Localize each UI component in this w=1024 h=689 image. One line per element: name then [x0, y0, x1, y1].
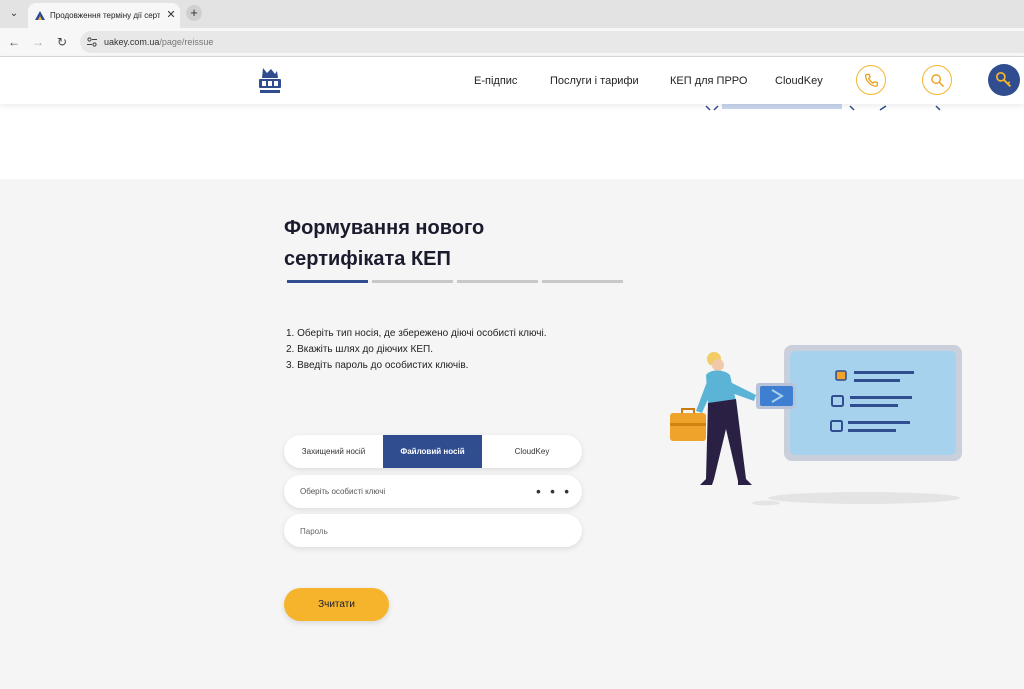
phone-icon	[864, 73, 878, 87]
person-with-document-illustration	[670, 345, 962, 506]
url-host: uakey.com.ua	[104, 37, 160, 47]
tab-search-menu-icon[interactable]: ⌄	[6, 6, 22, 22]
phone-button[interactable]	[856, 65, 886, 95]
step-segment-4	[542, 280, 623, 283]
browser-tab-active[interactable]: Продовження терміну дії серт ✕	[28, 3, 180, 28]
media-option-cloudkey[interactable]: CloudKey	[482, 435, 582, 468]
search-button[interactable]	[922, 65, 952, 95]
usk-ukraine-logo-icon[interactable]	[257, 65, 283, 97]
media-type-switch: Захищений носій Файловий носій CloudKey	[284, 435, 582, 468]
nav-cloudkey[interactable]: CloudKey	[775, 74, 823, 88]
read-button[interactable]: Зчитати	[284, 588, 389, 621]
step-progress	[287, 280, 623, 283]
instruction-item: 1. Оберіть тип носія, де збережено діючі…	[286, 328, 547, 339]
site-favicon-icon	[35, 11, 45, 20]
new-tab-button[interactable]: +	[186, 5, 202, 21]
address-bar[interactable]: uakey.com.ua/page/reissue	[80, 31, 1024, 53]
site-header: Е-підпис Послуги і тарифи КЕП для ПРРО C…	[0, 57, 1024, 104]
media-option-protected[interactable]: Захищений носій	[284, 435, 383, 468]
url-text[interactable]: uakey.com.ua/page/reissue	[104, 35, 213, 49]
url-path: /page/reissue	[159, 37, 214, 47]
password-input[interactable]	[298, 520, 562, 542]
key-file-picker[interactable]: Оберіть особисті ключі • • •	[284, 475, 582, 508]
browse-dots-icon[interactable]: • • •	[536, 475, 572, 508]
instructions-list: 1. Оберіть тип носія, де збережено діючі…	[286, 326, 606, 374]
browser-toolbar: ← → ↻ uakey.com.ua/page/reissue	[0, 28, 1024, 57]
step-segment-1	[287, 280, 368, 283]
key-icon	[995, 71, 1012, 88]
hero-illustration-fragment	[705, 104, 941, 111]
password-field-wrap	[284, 514, 582, 547]
step-segment-2	[372, 280, 453, 283]
nav-e-signature[interactable]: Е-підпис	[474, 74, 517, 88]
search-icon	[931, 74, 945, 88]
instruction-item: 2. Вкажіть шлях до діючих КЕП.	[286, 344, 434, 355]
page-title-line2: сертифіката КЕП	[284, 248, 451, 270]
media-option-file[interactable]: Файловий носій	[383, 435, 482, 468]
tab-close-icon[interactable]: ✕	[164, 8, 178, 22]
instruction-item: 3. Введіть пароль до особистих ключів.	[286, 360, 469, 371]
browser-tabstrip: ⌄ Продовження терміну дії серт ✕ +	[0, 0, 1024, 28]
key-file-picker-label: Оберіть особисті ключі	[300, 487, 386, 496]
cabinet-key-button[interactable]	[988, 64, 1020, 96]
site-info-icon[interactable]	[86, 36, 98, 48]
page-title-line1: Формування нового	[284, 217, 485, 239]
reload-icon[interactable]: ↻	[54, 34, 70, 50]
page-title: Формування нового сертифіката КЕП	[284, 213, 584, 275]
step-segment-3	[457, 280, 538, 283]
back-arrow-icon[interactable]: ←	[6, 34, 22, 50]
browser-tab-title: Продовження терміну дії серт	[50, 11, 160, 20]
nav-kep-prro[interactable]: КЕП для ПРРО	[670, 74, 747, 88]
certificate-form-section: Формування нового сертифіката КЕП 1. Обе…	[0, 179, 1024, 689]
nav-services-tariffs[interactable]: Послуги і тарифи	[550, 74, 639, 88]
forward-arrow-icon[interactable]: →	[30, 34, 46, 50]
